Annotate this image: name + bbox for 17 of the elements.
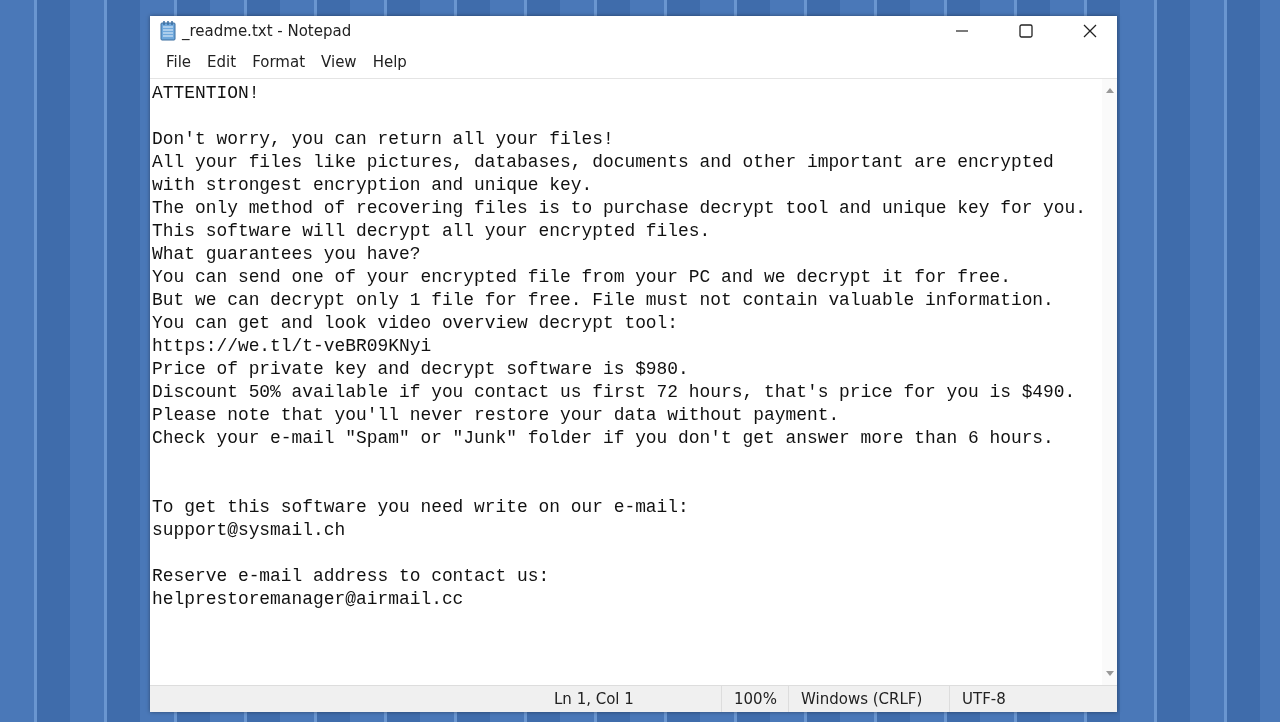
menu-item[interactable]: View bbox=[313, 51, 365, 73]
menu-item[interactable]: Edit bbox=[199, 51, 245, 73]
document-text: ATTENTION! Don't worry, you can return all your files! All your files like pictures, databases, documents and other important are encrypted with strongest encryption and unique key. The only method of recovering files is to purchase decrypt tool and unique key for you. This software will decrypt all your encrypted files. What guarantees you have? You can send one of your encrypted file from your PC and we decrypt it for free. But we can decrypt only 1 file for free. File must not contain valuable information. You can get and look video overview decrypt tool: https://we.tl/t-veBR09KNyi Price of private key and decrypt software is $980. Discount 50% available if you contact us first 72 hours, that's price for you is $490. Please note that you'll never restore your data without payment. Check your e-mail "Spam" or "Junk" folder if you don't get answer more than 6 hours. To get this software you need write on our e-mail: support@sysmail.ch Reserve e-mail address to contact us: helprestoremanager@airmail.cc bbox=[152, 82, 1088, 611]
status-bar-item: Windows (CRLF) bbox=[788, 686, 950, 712]
status-bar-item: 100% bbox=[733, 689, 778, 710]
close-icon[interactable] bbox=[1083, 24, 1097, 38]
notepad-icon bbox=[160, 21, 176, 41]
maximize-icon[interactable] bbox=[1019, 24, 1033, 38]
status-bar-item: Ln 1, Col 1 bbox=[542, 686, 722, 712]
menu-item[interactable]: File bbox=[158, 51, 200, 73]
vertical-scrollbar[interactable] bbox=[1102, 79, 1117, 685]
scroll-down-icon[interactable] bbox=[1105, 671, 1114, 677]
status-bar-item: UTF-8 bbox=[961, 689, 1007, 710]
menu-item[interactable]: Format bbox=[244, 51, 314, 73]
window-title: _readme.txt - Notepad bbox=[182, 22, 352, 40]
scroll-up-icon[interactable] bbox=[1105, 87, 1114, 93]
menu-item[interactable]: Help bbox=[364, 51, 415, 73]
